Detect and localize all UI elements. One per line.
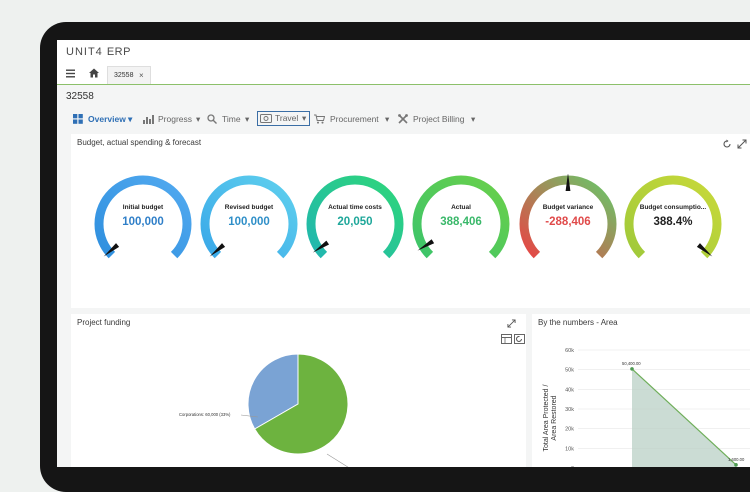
area-chart: 010k20k30k40k50k60kTotal Area Protected … — [543, 348, 750, 467]
nav-travel-label: Travel — [275, 113, 299, 123]
tab-32558[interactable]: 32558 × — [107, 66, 151, 84]
page-title: 32558 — [66, 91, 94, 102]
refresh-icon[interactable] — [722, 139, 732, 149]
chevron-down-icon: ▾ — [245, 114, 250, 124]
chevron-down-icon: ▾ — [385, 114, 390, 124]
brand-name: UNIT4 — [66, 46, 103, 58]
y-tick-label: 30k — [565, 407, 574, 413]
ticket-icon — [260, 114, 272, 123]
nav-procurement-label: Procurement — [330, 114, 379, 124]
chevron-down-icon: ▾ — [196, 114, 201, 124]
tab-label: 32558 — [114, 72, 134, 79]
nav-time-label: Time — [222, 114, 241, 124]
home-icon[interactable] — [88, 67, 100, 79]
gauge-label: Budget consumptio... — [639, 204, 707, 211]
gauge-value: -288,406 — [545, 216, 591, 228]
pie-data-label: Corporations: 60,000 (33%) — [179, 412, 231, 417]
gauge-value: 388,406 — [440, 216, 482, 228]
tab-close-icon[interactable]: × — [139, 67, 144, 85]
gauge-actual: Actual 388,406 — [409, 174, 513, 274]
grid-icon — [73, 114, 83, 124]
budget-panel: Budget, actual spending & forecast Initi… — [71, 134, 750, 308]
y-tick-label: 60k — [565, 348, 574, 354]
gauge-label: Initial budget — [122, 204, 164, 211]
gauge-value: 388.4% — [653, 216, 693, 228]
gauge-label: Actual — [451, 204, 471, 211]
budget-panel-title: Budget, actual spending & forecast — [77, 138, 202, 147]
gauge-value: 20,050 — [337, 216, 373, 228]
chevron-down-icon: ▾ — [471, 114, 476, 124]
chevron-down-icon: ▾ — [302, 113, 307, 123]
gauge-value: 100,000 — [228, 216, 270, 228]
app-screen: UNIT4 ERP 32558 × 32558 Overview ▾ Progr… — [57, 40, 750, 467]
data-point[interactable] — [630, 367, 634, 371]
nav-overview-label: Overview — [88, 114, 126, 124]
gauge-actual-time-costs: Actual time costs 20,050 — [303, 174, 407, 274]
data-point[interactable] — [734, 463, 738, 467]
expand-icon[interactable] — [737, 139, 747, 149]
brand-bar: UNIT4 ERP — [57, 40, 750, 64]
funding-panel: Project funding Corporations: 60,000 (33… — [71, 314, 526, 467]
search-icon — [207, 114, 217, 124]
gauge-revised-budget: Revised budget 100,000 — [197, 174, 301, 274]
gauge-label: Budget variance — [542, 204, 594, 211]
gauge-budget-variance: Budget variance -288,406 — [516, 174, 620, 274]
tools-icon — [398, 114, 408, 124]
bar-chart-icon — [143, 115, 154, 124]
tab-bar: 32558 × — [57, 64, 750, 85]
gauge-label: Revised budget — [224, 204, 274, 211]
gauge-label: Actual time costs — [328, 204, 382, 211]
pie-label-connector — [326, 453, 349, 467]
brand-suffix: ERP — [106, 46, 131, 58]
gauge-initial-budget: Initial budget 100,000 — [91, 174, 195, 274]
y-axis-label: Total Area Protected /Area Restored — [543, 384, 558, 451]
cart-icon — [314, 114, 325, 124]
funding-pie-chart: Corporations: 60,000 (33%)Government: 12… — [179, 353, 349, 467]
y-tick-label: 50k — [565, 368, 574, 374]
gauge-budget-consumptio: Budget consumptio... 388.4% — [621, 174, 725, 274]
y-tick-label: 40k — [565, 387, 574, 393]
gauge-value: 100,000 — [122, 216, 164, 228]
nav-project-billing-label: Project Billing — [413, 114, 465, 124]
area-panel: By the numbers - Area 010k20k30k40k50k60… — [532, 314, 750, 467]
data-label: 50,400.00 — [622, 361, 641, 366]
nav-travel[interactable]: Travel ▾ — [257, 111, 310, 126]
y-tick-label: 20k — [565, 427, 574, 433]
y-tick-label: 10k — [565, 446, 574, 452]
chevron-down-icon: ▾ — [128, 114, 133, 124]
data-label: 1,600.00 — [728, 457, 745, 462]
hamburger-menu-icon[interactable] — [66, 69, 75, 78]
nav-progress-label: Progress — [158, 114, 193, 124]
brand-logo: UNIT4 ERP — [66, 46, 131, 58]
